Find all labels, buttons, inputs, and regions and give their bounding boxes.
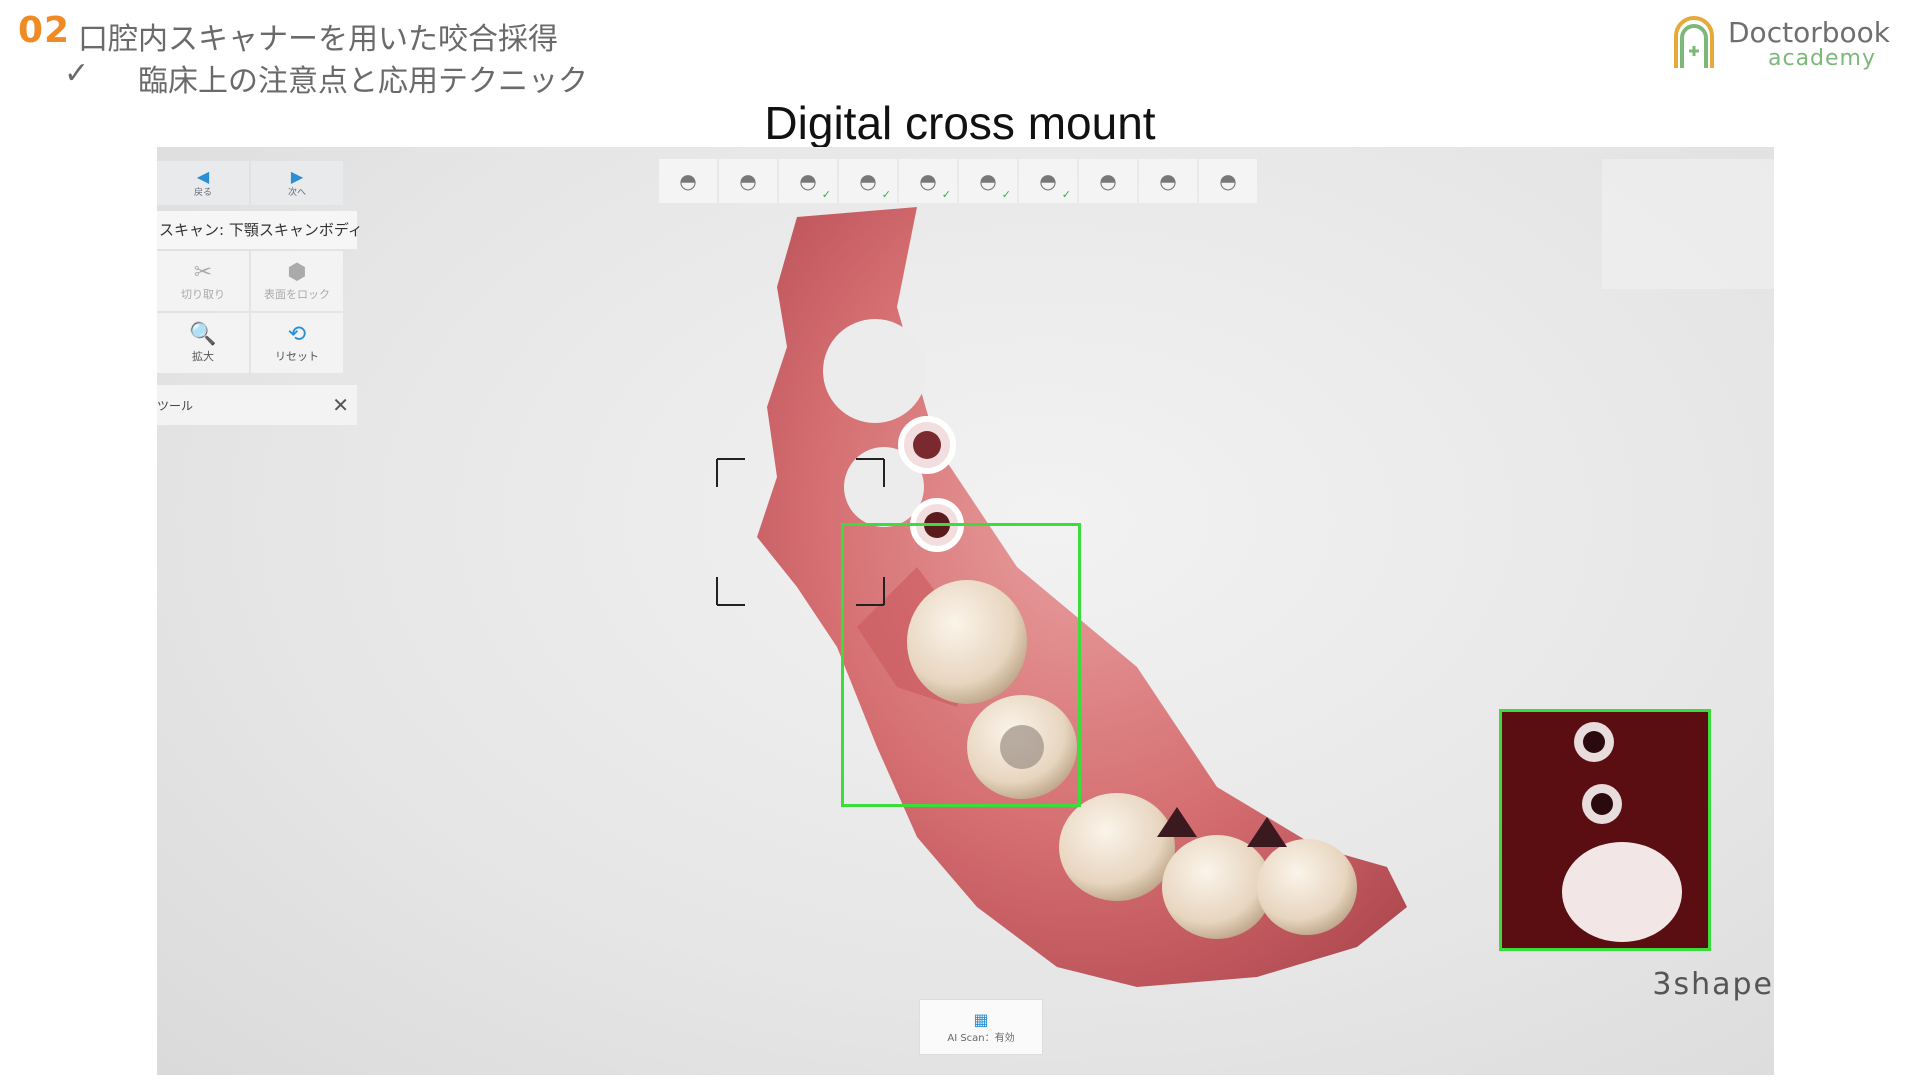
workflow-step-bite[interactable]: ◓: [1079, 159, 1137, 203]
workflow-step-occlusion[interactable]: ◓: [1139, 159, 1197, 203]
workflow-step-lower-scanbody[interactable]: ◓ ✓: [899, 159, 957, 203]
tools-label: ツール: [157, 398, 194, 413]
left-tool-panel: ◀ 戻る ▶ 次へ スキャン: 下顎スキャンボディ ✂ 切り取り ⬢ 表面をロック 🔍 拡…: [157, 161, 363, 425]
patient-icon: ◓: [679, 169, 697, 193]
slide-title: Digital cross mount: [764, 97, 1156, 149]
back-button[interactable]: ◀ 戻る: [157, 161, 249, 205]
camera-preview-image: [1502, 712, 1708, 948]
order-form-icon: ◓: [739, 169, 757, 193]
lock-surface-icon: ⬢: [287, 260, 307, 285]
brand-watermark: 3shape: [1652, 967, 1774, 1002]
check-icon: ✓: [64, 56, 90, 91]
tool-button-scissors[interactable]: ✂ 切り取り: [157, 251, 249, 311]
check-icon: ✓: [821, 188, 831, 201]
lower-jaw-icon: ◓: [979, 169, 997, 193]
check-icon: ✓: [1001, 188, 1011, 201]
lower-jaw-2-icon: ◓: [1039, 169, 1057, 193]
tool-label: 切り取り: [181, 288, 225, 301]
ai-scan-icon: ▦: [973, 1010, 989, 1029]
scan-focus-box: [841, 523, 1081, 807]
workflow-step-upper-jaw[interactable]: ◓ ✓: [779, 159, 837, 203]
scanner-app-screenshot: ◀ 戻る ▶ 次へ スキャン: 下顎スキャンボディ ✂ 切り取り ⬢ 表面をロック 🔍 拡…: [157, 147, 1774, 1075]
magnifier-icon: 🔍: [189, 322, 217, 347]
check-icon: ✓: [1061, 188, 1071, 201]
arrow-right-icon: ▶: [290, 166, 304, 186]
section-title: 口腔内スキャナーを用いた咬合採得: [78, 22, 558, 57]
workflow-toolbar: ◓ ◓ ◓ ✓ ◓ ✓ ◓ ✓ ◓ ✓ ◓ ✓ ◓ ◓ ◓: [659, 159, 1257, 203]
occlusion-icon: ◓: [1159, 169, 1177, 193]
arrow-left-icon: ◀: [196, 166, 210, 186]
ai-scan-toggle[interactable]: ▦ AI Scan：有効: [919, 999, 1043, 1055]
section-number: 02: [18, 10, 71, 51]
tools-menu[interactable]: ツール ✕: [157, 385, 357, 425]
tool-button-magnifier[interactable]: 🔍 拡大: [157, 313, 249, 373]
send-icon: ◓: [1219, 169, 1237, 193]
tool-label: 拡大: [192, 350, 214, 363]
tools-icon: ✕: [332, 393, 349, 417]
workflow-step-upper-scanbody[interactable]: ◓ ✓: [839, 159, 897, 203]
scan-step-label: スキャン: 下顎スキャンボディ: [157, 211, 363, 249]
upper-scanbody-icon: ◓: [859, 169, 877, 193]
tool-label: リセット: [275, 350, 319, 363]
check-icon: ✓: [941, 188, 951, 201]
logo-arch-icon: [1674, 16, 1714, 68]
next-button[interactable]: ▶ 次へ: [251, 161, 343, 205]
lower-scanbody-icon: ◓: [919, 169, 937, 193]
tool-label: 表面をロック: [264, 288, 330, 301]
bite-icon: ◓: [1099, 169, 1117, 193]
upper-jaw-icon: ◓: [799, 169, 817, 193]
workflow-step-patient[interactable]: ◓: [659, 159, 717, 203]
workflow-step-order-form[interactable]: ◓: [719, 159, 777, 203]
logo-name: Doctorbook: [1728, 16, 1890, 49]
doctorbook-logo: Doctorbook academy: [1670, 14, 1910, 74]
tool-button-lock-surface[interactable]: ⬢ 表面をロック: [251, 251, 343, 311]
logo-sub: academy: [1768, 46, 1877, 71]
tool-button-reset[interactable]: ⟲ リセット: [251, 313, 343, 373]
check-icon: ✓: [881, 188, 891, 201]
reset-icon: ⟲: [287, 322, 307, 347]
section-subtitle: 臨床上の注意点と応用テクニック: [138, 64, 588, 99]
workflow-step-lower-jaw[interactable]: ◓ ✓: [959, 159, 1017, 203]
scissors-icon: ✂: [193, 260, 213, 285]
workflow-step-send[interactable]: ◓: [1199, 159, 1257, 203]
workflow-step-lower-jaw-2[interactable]: ◓ ✓: [1019, 159, 1077, 203]
live-camera-view: [1499, 709, 1711, 951]
